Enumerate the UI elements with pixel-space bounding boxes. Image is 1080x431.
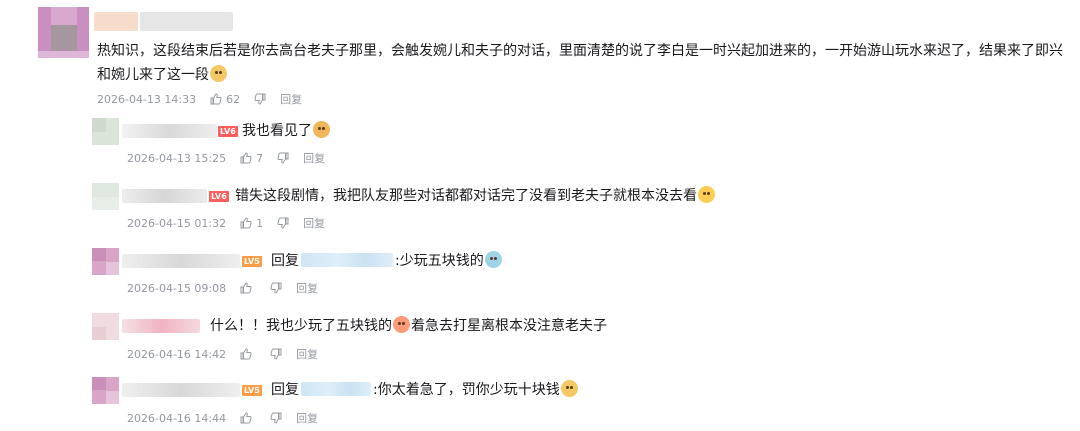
- like-button[interactable]: 1: [240, 217, 263, 230]
- reply-button[interactable]: 回复: [303, 215, 325, 231]
- username[interactable]: [122, 254, 240, 268]
- reply-meta: 2026-04-16 14:42 回复: [127, 346, 318, 362]
- dislike-button[interactable]: [254, 93, 266, 105]
- thumbs-up-icon: [240, 217, 252, 229]
- cat-emoji-icon: [560, 380, 578, 397]
- sweat-emoji-icon: [698, 186, 715, 203]
- dislike-button[interactable]: [270, 282, 282, 294]
- reply-date: 2026-04-15 09:08: [127, 281, 227, 295]
- reply-date: 2026-04-16 14:42: [127, 347, 227, 361]
- like-count: 1: [256, 216, 264, 230]
- reply-text: 我也看见了: [242, 119, 331, 143]
- like-button[interactable]: 62: [210, 93, 240, 106]
- dislike-button[interactable]: [270, 412, 282, 424]
- like-count: 7: [256, 151, 264, 165]
- thumbs-down-icon: [254, 93, 266, 105]
- reply-date: 2026-04-13 15:25: [127, 151, 227, 165]
- like-count: 62: [226, 92, 241, 106]
- reply-button[interactable]: 回复: [280, 91, 302, 107]
- reply-meta: 2026-04-16 14:44 回复: [127, 410, 318, 426]
- reply-date: 2026-04-15 01:32: [127, 216, 227, 230]
- thumbs-down-icon: [277, 152, 289, 164]
- dislike-button[interactable]: [277, 217, 289, 229]
- thumbs-up-icon: [210, 93, 222, 105]
- username-suffix: [140, 12, 233, 31]
- username[interactable]: [122, 319, 200, 333]
- thumbs-up-icon: [240, 412, 252, 424]
- reply-meta: 2026-04-15 01:32 1 回复: [127, 215, 325, 231]
- cat-emoji-icon: [210, 65, 227, 82]
- comment-date: 2026-04-13 14:33: [97, 92, 197, 106]
- like-button[interactable]: 7: [240, 152, 263, 165]
- thumbs-up-icon: [240, 348, 252, 360]
- avatar[interactable]: [92, 377, 119, 404]
- level-badge: LV5: [242, 256, 262, 267]
- username[interactable]: [94, 12, 138, 31]
- like-button[interactable]: [240, 348, 256, 360]
- reply-meta: 2026-04-13 15:25 7 回复: [127, 150, 325, 166]
- avatar[interactable]: [92, 183, 119, 210]
- avatar[interactable]: [38, 7, 89, 58]
- thumbs-up-icon: [240, 152, 252, 164]
- reply-button[interactable]: 回复: [296, 410, 318, 426]
- reply-button[interactable]: 回复: [303, 150, 325, 166]
- reply-text: 回复:你太着急了，罚你少玩十块钱: [271, 378, 579, 402]
- comment-meta: 2026-04-13 14:33 62 回复: [97, 91, 302, 107]
- dislike-button[interactable]: [270, 348, 282, 360]
- username[interactable]: [122, 383, 240, 397]
- thumbs-down-icon: [270, 348, 282, 360]
- thumbs-down-icon: [277, 217, 289, 229]
- mentioned-user[interactable]: [301, 253, 393, 267]
- thumbs-down-icon: [270, 412, 282, 424]
- reply-text: 错失这段剧情，我把队友那些对话都都对话完了没看到老夫子就根本没去看: [235, 184, 716, 208]
- reply-button[interactable]: 回复: [296, 280, 318, 296]
- thumbs-up-icon: [240, 282, 252, 294]
- username[interactable]: [122, 124, 217, 138]
- thumbs-down-icon: [270, 282, 282, 294]
- like-button[interactable]: [240, 282, 256, 294]
- reply-meta: 2026-04-15 09:08 回复: [127, 280, 318, 296]
- avatar[interactable]: [92, 248, 119, 275]
- dislike-button[interactable]: [277, 152, 289, 164]
- level-badge: LV5: [242, 385, 262, 396]
- level-badge: LV6: [209, 191, 229, 202]
- reply-text: 什么！！我也少玩了五块钱的 着急去打星离根本没注意老夫子: [210, 316, 607, 334]
- avatar[interactable]: [92, 313, 119, 340]
- reply-button[interactable]: 回复: [296, 346, 318, 362]
- avatar[interactable]: [92, 118, 119, 145]
- comment-text: 热知识，这段结束后若是你去高台老夫子那里，会触发婉儿和夫子的对话，里面清楚的说了…: [97, 43, 1063, 59]
- reply-date: 2026-04-16 14:44: [127, 411, 227, 425]
- comment-text-line2: 和婉儿来了这一段: [97, 63, 228, 87]
- reply-text: 回复:少玩五块钱的: [271, 249, 503, 273]
- sobbing-emoji-icon: [393, 316, 410, 333]
- dog-emoji-icon: [313, 121, 330, 138]
- level-badge: LV6: [218, 126, 238, 137]
- mentioned-user[interactable]: [301, 382, 371, 396]
- username[interactable]: [122, 189, 207, 203]
- crying-emoji-icon: [484, 251, 502, 268]
- like-button[interactable]: [240, 412, 256, 424]
